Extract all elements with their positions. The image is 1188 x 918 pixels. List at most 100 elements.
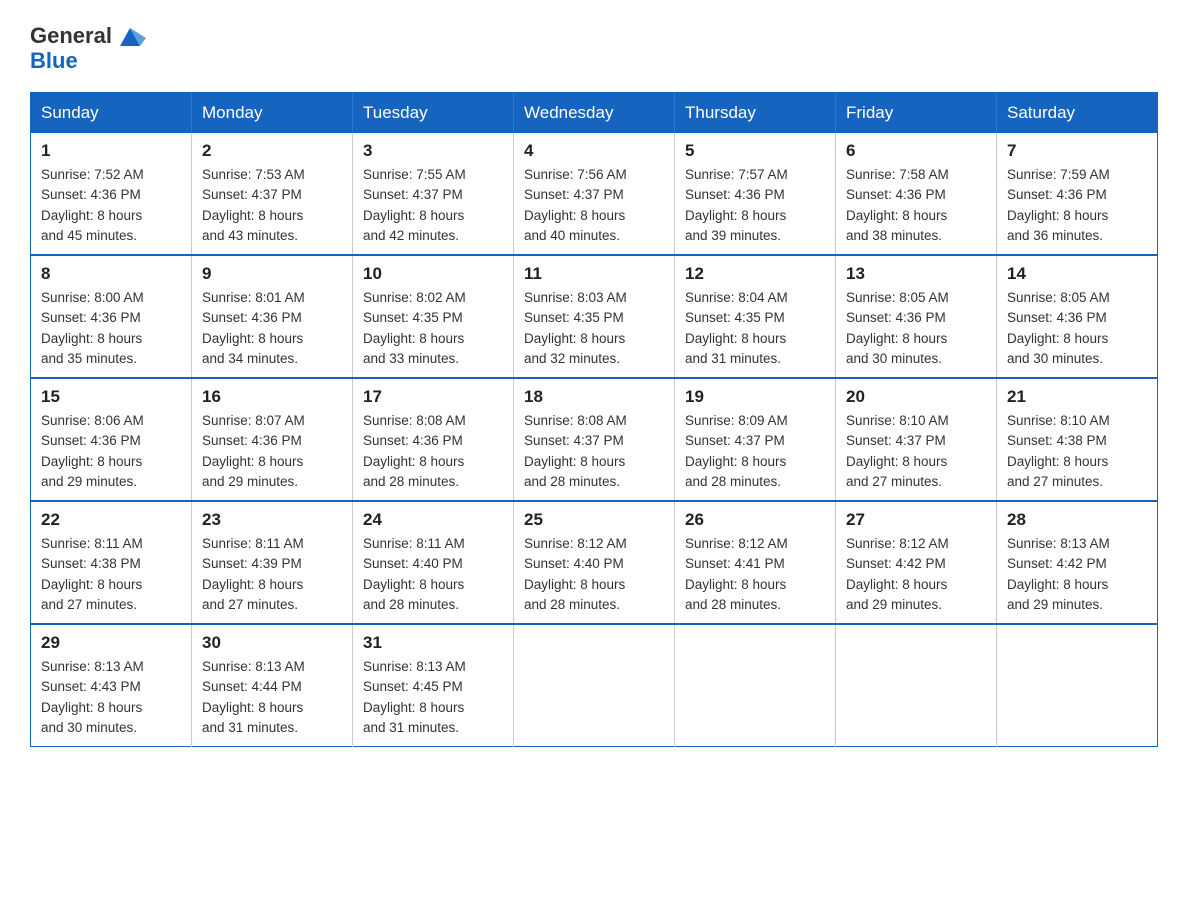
day-cell: 22 Sunrise: 8:11 AM Sunset: 4:38 PM Dayl… [31, 501, 192, 624]
day-cell [514, 624, 675, 747]
day-info: Sunrise: 8:12 AM Sunset: 4:40 PM Dayligh… [524, 534, 664, 615]
day-info: Sunrise: 8:11 AM Sunset: 4:38 PM Dayligh… [41, 534, 181, 615]
weekday-header-friday: Friday [836, 93, 997, 134]
day-info: Sunrise: 8:03 AM Sunset: 4:35 PM Dayligh… [524, 288, 664, 369]
day-info: Sunrise: 8:12 AM Sunset: 4:42 PM Dayligh… [846, 534, 986, 615]
day-number: 14 [1007, 264, 1147, 284]
day-number: 8 [41, 264, 181, 284]
day-info: Sunrise: 8:11 AM Sunset: 4:40 PM Dayligh… [363, 534, 503, 615]
day-cell: 1 Sunrise: 7:52 AM Sunset: 4:36 PM Dayli… [31, 133, 192, 255]
day-cell: 27 Sunrise: 8:12 AM Sunset: 4:42 PM Dayl… [836, 501, 997, 624]
week-row-1: 1 Sunrise: 7:52 AM Sunset: 4:36 PM Dayli… [31, 133, 1158, 255]
weekday-header-monday: Monday [192, 93, 353, 134]
day-number: 21 [1007, 387, 1147, 407]
day-number: 10 [363, 264, 503, 284]
day-cell: 25 Sunrise: 8:12 AM Sunset: 4:40 PM Dayl… [514, 501, 675, 624]
calendar-table: SundayMondayTuesdayWednesdayThursdayFrid… [30, 92, 1158, 747]
day-number: 6 [846, 141, 986, 161]
day-info: Sunrise: 8:09 AM Sunset: 4:37 PM Dayligh… [685, 411, 825, 492]
week-row-5: 29 Sunrise: 8:13 AM Sunset: 4:43 PM Dayl… [31, 624, 1158, 747]
day-info: Sunrise: 7:58 AM Sunset: 4:36 PM Dayligh… [846, 165, 986, 246]
day-info: Sunrise: 8:00 AM Sunset: 4:36 PM Dayligh… [41, 288, 181, 369]
day-cell [675, 624, 836, 747]
day-cell: 31 Sunrise: 8:13 AM Sunset: 4:45 PM Dayl… [353, 624, 514, 747]
weekday-header-row: SundayMondayTuesdayWednesdayThursdayFrid… [31, 93, 1158, 134]
day-number: 31 [363, 633, 503, 653]
day-info: Sunrise: 8:06 AM Sunset: 4:36 PM Dayligh… [41, 411, 181, 492]
day-number: 13 [846, 264, 986, 284]
day-cell: 2 Sunrise: 7:53 AM Sunset: 4:37 PM Dayli… [192, 133, 353, 255]
day-cell: 6 Sunrise: 7:58 AM Sunset: 4:36 PM Dayli… [836, 133, 997, 255]
day-cell: 7 Sunrise: 7:59 AM Sunset: 4:36 PM Dayli… [997, 133, 1158, 255]
day-info: Sunrise: 8:04 AM Sunset: 4:35 PM Dayligh… [685, 288, 825, 369]
day-number: 19 [685, 387, 825, 407]
day-cell: 18 Sunrise: 8:08 AM Sunset: 4:37 PM Dayl… [514, 378, 675, 501]
weekday-header-sunday: Sunday [31, 93, 192, 134]
day-number: 9 [202, 264, 342, 284]
day-number: 2 [202, 141, 342, 161]
day-info: Sunrise: 7:53 AM Sunset: 4:37 PM Dayligh… [202, 165, 342, 246]
logo: General Blue [30, 20, 148, 74]
day-info: Sunrise: 8:11 AM Sunset: 4:39 PM Dayligh… [202, 534, 342, 615]
day-number: 27 [846, 510, 986, 530]
day-number: 20 [846, 387, 986, 407]
day-cell: 3 Sunrise: 7:55 AM Sunset: 4:37 PM Dayli… [353, 133, 514, 255]
day-cell: 9 Sunrise: 8:01 AM Sunset: 4:36 PM Dayli… [192, 255, 353, 378]
day-cell: 11 Sunrise: 8:03 AM Sunset: 4:35 PM Dayl… [514, 255, 675, 378]
day-cell: 16 Sunrise: 8:07 AM Sunset: 4:36 PM Dayl… [192, 378, 353, 501]
day-info: Sunrise: 8:08 AM Sunset: 4:37 PM Dayligh… [524, 411, 664, 492]
weekday-header-tuesday: Tuesday [353, 93, 514, 134]
day-number: 4 [524, 141, 664, 161]
day-cell: 17 Sunrise: 8:08 AM Sunset: 4:36 PM Dayl… [353, 378, 514, 501]
week-row-2: 8 Sunrise: 8:00 AM Sunset: 4:36 PM Dayli… [31, 255, 1158, 378]
day-cell [997, 624, 1158, 747]
day-number: 1 [41, 141, 181, 161]
weekday-header-wednesday: Wednesday [514, 93, 675, 134]
day-cell: 8 Sunrise: 8:00 AM Sunset: 4:36 PM Dayli… [31, 255, 192, 378]
day-cell: 29 Sunrise: 8:13 AM Sunset: 4:43 PM Dayl… [31, 624, 192, 747]
day-cell: 28 Sunrise: 8:13 AM Sunset: 4:42 PM Dayl… [997, 501, 1158, 624]
day-info: Sunrise: 8:10 AM Sunset: 4:37 PM Dayligh… [846, 411, 986, 492]
day-number: 30 [202, 633, 342, 653]
day-cell: 26 Sunrise: 8:12 AM Sunset: 4:41 PM Dayl… [675, 501, 836, 624]
page-header: General Blue [30, 20, 1158, 74]
day-info: Sunrise: 8:13 AM Sunset: 4:42 PM Dayligh… [1007, 534, 1147, 615]
day-number: 29 [41, 633, 181, 653]
day-number: 11 [524, 264, 664, 284]
weekday-header-saturday: Saturday [997, 93, 1158, 134]
day-info: Sunrise: 8:13 AM Sunset: 4:45 PM Dayligh… [363, 657, 503, 738]
day-cell: 4 Sunrise: 7:56 AM Sunset: 4:37 PM Dayli… [514, 133, 675, 255]
day-cell: 23 Sunrise: 8:11 AM Sunset: 4:39 PM Dayl… [192, 501, 353, 624]
day-info: Sunrise: 8:05 AM Sunset: 4:36 PM Dayligh… [846, 288, 986, 369]
day-cell: 19 Sunrise: 8:09 AM Sunset: 4:37 PM Dayl… [675, 378, 836, 501]
day-number: 25 [524, 510, 664, 530]
day-info: Sunrise: 7:57 AM Sunset: 4:36 PM Dayligh… [685, 165, 825, 246]
day-info: Sunrise: 8:12 AM Sunset: 4:41 PM Dayligh… [685, 534, 825, 615]
weekday-header-thursday: Thursday [675, 93, 836, 134]
week-row-3: 15 Sunrise: 8:06 AM Sunset: 4:36 PM Dayl… [31, 378, 1158, 501]
day-number: 26 [685, 510, 825, 530]
day-cell: 12 Sunrise: 8:04 AM Sunset: 4:35 PM Dayl… [675, 255, 836, 378]
day-info: Sunrise: 8:13 AM Sunset: 4:44 PM Dayligh… [202, 657, 342, 738]
day-info: Sunrise: 8:07 AM Sunset: 4:36 PM Dayligh… [202, 411, 342, 492]
day-number: 16 [202, 387, 342, 407]
day-cell: 14 Sunrise: 8:05 AM Sunset: 4:36 PM Dayl… [997, 255, 1158, 378]
day-cell: 30 Sunrise: 8:13 AM Sunset: 4:44 PM Dayl… [192, 624, 353, 747]
day-cell: 5 Sunrise: 7:57 AM Sunset: 4:36 PM Dayli… [675, 133, 836, 255]
day-info: Sunrise: 7:56 AM Sunset: 4:37 PM Dayligh… [524, 165, 664, 246]
day-cell: 24 Sunrise: 8:11 AM Sunset: 4:40 PM Dayl… [353, 501, 514, 624]
day-info: Sunrise: 8:02 AM Sunset: 4:35 PM Dayligh… [363, 288, 503, 369]
day-cell [836, 624, 997, 747]
logo-icon [114, 20, 146, 52]
day-info: Sunrise: 7:52 AM Sunset: 4:36 PM Dayligh… [41, 165, 181, 246]
day-cell: 13 Sunrise: 8:05 AM Sunset: 4:36 PM Dayl… [836, 255, 997, 378]
day-cell: 15 Sunrise: 8:06 AM Sunset: 4:36 PM Dayl… [31, 378, 192, 501]
day-number: 3 [363, 141, 503, 161]
day-number: 23 [202, 510, 342, 530]
day-info: Sunrise: 8:05 AM Sunset: 4:36 PM Dayligh… [1007, 288, 1147, 369]
day-number: 28 [1007, 510, 1147, 530]
day-number: 24 [363, 510, 503, 530]
day-number: 7 [1007, 141, 1147, 161]
day-number: 5 [685, 141, 825, 161]
day-number: 17 [363, 387, 503, 407]
